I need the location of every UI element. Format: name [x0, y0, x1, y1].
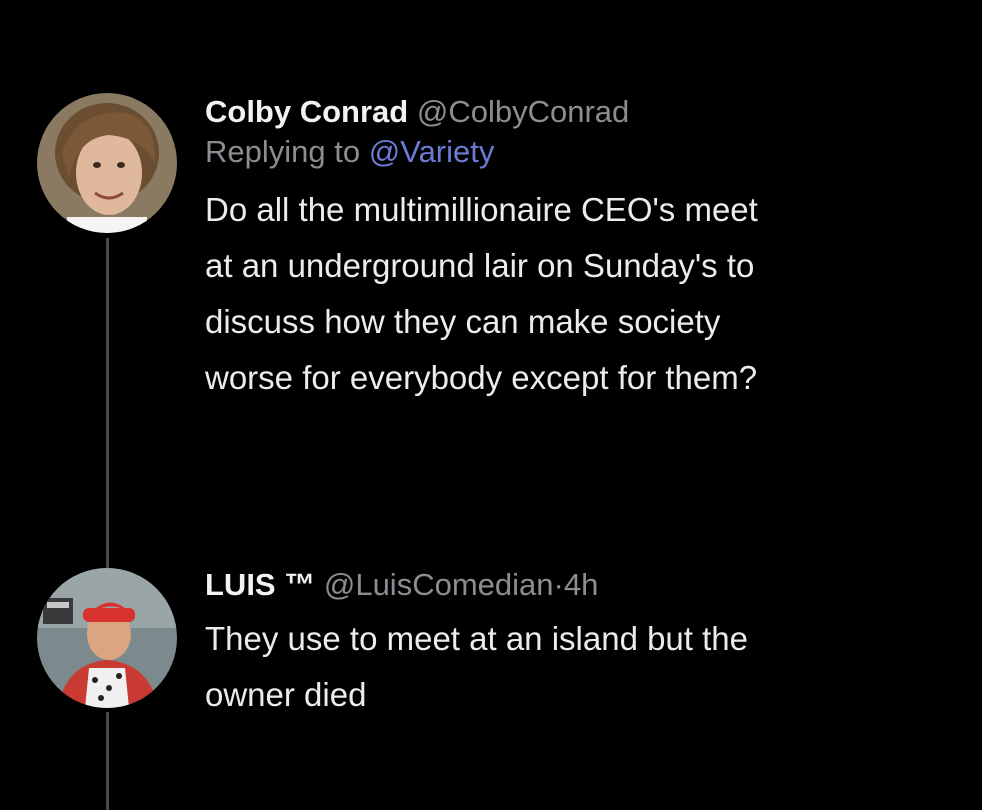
tweet-body: LUIS ™ @LuisComedian·4h They use to meet…: [205, 565, 965, 723]
handle[interactable]: @ColbyConrad: [417, 94, 629, 129]
thread-line-top: [106, 238, 109, 568]
thread-line-bottom: [106, 712, 109, 810]
tweet-text-line: discuss how they can make society: [205, 303, 721, 340]
display-name[interactable]: Colby Conrad: [205, 94, 408, 129]
tweet-text: They use to meet at an island but the ow…: [205, 611, 965, 723]
tweet-header: LUIS ™ @LuisComedian·4h: [205, 565, 965, 605]
tweet-text: Do all the multimillionaire CEO's meet a…: [205, 182, 965, 406]
avatar[interactable]: [37, 568, 177, 708]
timestamp[interactable]: 4h: [564, 567, 598, 602]
avatar[interactable]: [37, 93, 177, 233]
replying-to: Replying to @Variety: [205, 132, 965, 172]
tweet-text-line: owner died: [205, 676, 367, 713]
mention-link[interactable]: @Variety: [369, 134, 495, 169]
tweet-text-line: worse for everybody except for them?: [205, 359, 758, 396]
display-name[interactable]: LUIS ™: [205, 567, 315, 602]
avatar-image: [37, 568, 177, 708]
tweet-text-line: They use to meet at an island but the: [205, 620, 749, 657]
tweet-text-line: Do all the multimillionaire CEO's meet: [205, 191, 758, 228]
separator: ·: [553, 567, 564, 602]
replying-prefix: Replying to: [205, 134, 369, 169]
handle[interactable]: @LuisComedian: [324, 567, 554, 602]
avatar-image: [37, 93, 177, 233]
tweet-body: Colby Conrad @ColbyConrad Replying to @V…: [205, 92, 965, 406]
tweet-header: Colby Conrad @ColbyConrad: [205, 92, 965, 132]
tweet-text-line: at an underground lair on Sunday's to: [205, 247, 755, 284]
